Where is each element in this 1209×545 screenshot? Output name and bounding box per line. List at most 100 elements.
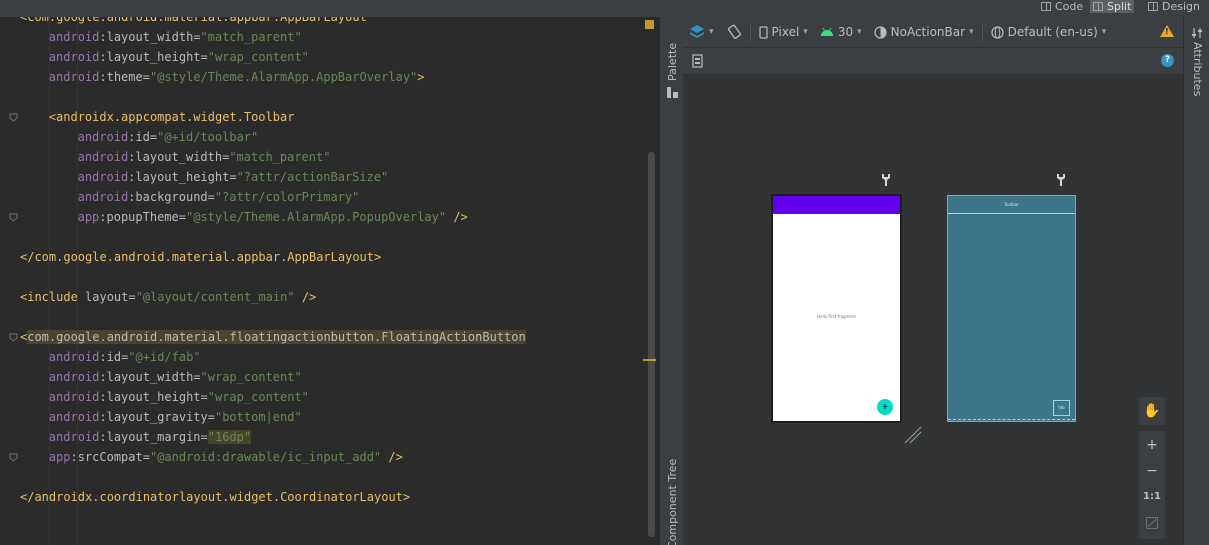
code-line[interactable]: android:layout_height="wrap_content" <box>49 387 309 407</box>
phone-icon <box>758 25 768 39</box>
split-mode-icon <box>1093 2 1103 11</box>
code-token: = <box>149 130 158 144</box>
code-line[interactable]: <androidx.appcompat.widget.Toolbar <box>49 107 295 127</box>
code-token: android <box>48 390 100 404</box>
attributes-tab[interactable]: Attributes <box>1191 42 1204 96</box>
code-token: :layout_height <box>128 170 230 184</box>
preview-fab[interactable]: + <box>877 399 893 415</box>
warning-icon[interactable] <box>1160 25 1174 37</box>
chevron-down-icon: ▾ <box>969 27 974 37</box>
attributes-tab-label: Attributes <box>1191 42 1204 97</box>
code-token: "@+id/fab" <box>128 350 201 364</box>
component-tree-tab-label: Component Tree <box>666 458 679 545</box>
design-mode-button[interactable]: Design <box>1145 0 1203 13</box>
design-preview[interactable]: Hello first fragment + <box>772 195 901 422</box>
code-line[interactable]: app:popupTheme="@style/Theme.AlarmApp.Po… <box>78 207 468 227</box>
code-line[interactable]: <com.google.android.material.appbar.AppB… <box>20 17 367 27</box>
fold-marker-icon[interactable] <box>9 333 18 342</box>
theme-label: NoActionBar <box>890 25 966 39</box>
design-canvas[interactable] <box>683 75 1183 545</box>
code-mode-label: Code <box>1055 0 1084 13</box>
chevron-down-icon: ▾ <box>857 27 862 37</box>
zoom-in-button[interactable]: + <box>1139 435 1165 455</box>
blueprint-fab[interactable]: fab <box>1053 400 1070 416</box>
fold-marker-icon[interactable] <box>9 213 18 222</box>
code-token: :layout_width <box>128 150 223 164</box>
chevron-down-icon: ▾ <box>709 27 714 37</box>
resize-handle-icon[interactable] <box>903 425 923 445</box>
code-token: android <box>48 70 100 84</box>
view-options-icon[interactable] <box>692 54 703 68</box>
inspection-warning-marker[interactable] <box>645 20 654 29</box>
blueprint-preview[interactable]: Toolbar fab <box>947 195 1076 422</box>
api-level-label: 30 <box>837 25 854 39</box>
code-token: = <box>200 390 208 404</box>
code-line[interactable]: <include layout="@layout/content_main" /… <box>20 287 316 307</box>
code-token: </androidx.coordinatorlayout.widget.Coor… <box>20 490 411 504</box>
code-line[interactable]: android:layout_margin="16dp" <box>48 427 252 447</box>
secondary-design-toolbar <box>683 48 1183 75</box>
preview-app-bar[interactable] <box>773 196 900 214</box>
code-token: > <box>417 70 425 84</box>
code-token: android <box>48 430 100 444</box>
design-mode-icon <box>1148 2 1158 11</box>
wrench-icon[interactable] <box>1056 173 1066 187</box>
blueprint-bottom-edge <box>948 419 1075 421</box>
device-selector[interactable]: Pixel ▾ <box>753 17 814 48</box>
code-line[interactable]: android:layout_width="match_parent" <box>78 147 331 167</box>
code-token: android <box>48 30 100 44</box>
code-token: :background <box>128 190 208 204</box>
locale-selector[interactable]: Default (en-us) ▾ <box>985 17 1113 48</box>
design-toolbar: ▾ Pixel ▾ 30 ▾ NoActionBar ▾ Default (en… <box>683 17 1183 48</box>
code-line[interactable]: <com.google.android.material.floatingact… <box>20 327 526 347</box>
code-line[interactable]: android:id="@+id/fab" <box>49 347 201 367</box>
code-line[interactable]: </com.google.android.material.appbar.App… <box>20 247 381 267</box>
android-icon <box>820 27 833 36</box>
code-line[interactable]: android:id="@+id/toolbar" <box>78 127 259 147</box>
zoom-out-button[interactable]: − <box>1139 461 1165 481</box>
code-line[interactable]: android:layout_height="wrap_content" <box>49 47 309 67</box>
fold-marker-icon[interactable] <box>9 113 18 122</box>
view-mode-bar: Code Split Design <box>0 0 1209 17</box>
code-token: :id <box>99 350 122 364</box>
editor-scrollbar-thumb[interactable] <box>648 152 655 537</box>
code-line[interactable]: android:layout_gravity="bottom|end" <box>49 407 302 427</box>
code-token: = <box>200 50 208 64</box>
preview-center-text[interactable]: Hello first fragment <box>773 314 900 319</box>
code-token: "match_parent" <box>229 150 331 164</box>
left-tool-strip: Palette Component Tree <box>659 17 683 545</box>
code-token: :srcCompat <box>70 450 143 464</box>
code-line[interactable]: app:srcCompat="@android:drawable/ic_inpu… <box>49 447 403 467</box>
code-mode-button[interactable]: Code <box>1038 0 1086 13</box>
code-line[interactable]: android:layout_height="?attr/actionBarSi… <box>78 167 389 187</box>
pan-hand-button[interactable]: ✋ <box>1139 397 1165 425</box>
palette-tab-label: Palette <box>666 42 679 81</box>
code-line[interactable]: android:background="?attr/colorPrimary" <box>78 187 360 207</box>
code-token: "?attr/actionBarSize" <box>236 170 389 184</box>
code-line[interactable]: </androidx.coordinatorlayout.widget.Coor… <box>20 487 410 507</box>
attributes-icon <box>1192 28 1202 38</box>
chevron-down-icon: ▾ <box>1101 27 1107 37</box>
code-token: = <box>193 30 201 44</box>
code-token: android <box>48 50 100 64</box>
code-line[interactable]: android:layout_width="match_parent" <box>49 27 302 47</box>
code-token: <include <box>20 290 86 304</box>
wrench-icon[interactable] <box>881 173 891 187</box>
code-line[interactable]: android:theme="@style/Theme.AlarmApp.App… <box>49 67 425 87</box>
code-token: :layout_height <box>99 50 201 64</box>
zoom-actual-size-button[interactable]: 1:1 <box>1139 487 1165 507</box>
fold-marker-icon[interactable] <box>9 453 18 462</box>
design-surface-button[interactable]: ▾ <box>683 17 720 48</box>
code-line[interactable]: android:layout_width="wrap_content" <box>49 367 302 387</box>
palette-tab[interactable]: Palette <box>666 43 679 81</box>
code-token: android <box>48 370 100 384</box>
orientation-button[interactable] <box>720 17 748 48</box>
component-tree-tab[interactable]: Component Tree <box>666 459 679 545</box>
help-icon[interactable]: ? <box>1161 54 1174 67</box>
zoom-to-fit-icon[interactable] <box>1146 517 1158 529</box>
api-level-selector[interactable]: 30 ▾ <box>814 17 868 48</box>
xml-code-editor[interactable]: <com.google.android.material.appbar.AppB… <box>0 17 657 545</box>
theme-selector[interactable]: NoActionBar ▾ <box>868 17 980 48</box>
split-mode-button[interactable]: Split <box>1090 0 1135 13</box>
